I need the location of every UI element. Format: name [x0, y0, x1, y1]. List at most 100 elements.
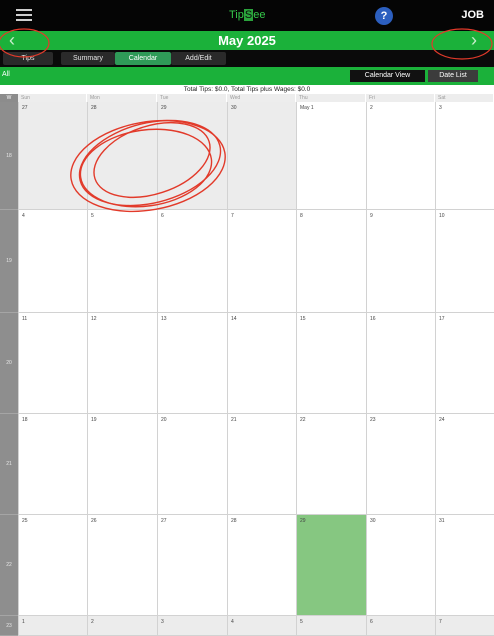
day-cell[interactable]: 4 — [227, 616, 296, 636]
day-number: 16 — [370, 316, 376, 322]
day-cell[interactable]: 3 — [435, 102, 494, 210]
day-number: 26 — [91, 518, 97, 524]
day-number: 12 — [91, 316, 97, 322]
view-toggle-bar: All Calendar View Date List — [0, 67, 494, 85]
day-cell[interactable]: 1 — [18, 616, 87, 636]
week-number: 23 — [0, 616, 18, 636]
day-cell[interactable]: 27 — [18, 102, 87, 210]
day-number: 27 — [22, 105, 28, 111]
day-cell[interactable]: 18 — [18, 414, 87, 515]
week-number: 18 — [0, 102, 18, 210]
logo-text-highlight: S — [243, 9, 254, 21]
day-cell[interactable]: 28 — [87, 102, 157, 210]
tab-bar: Tips Summary Calendar Add/Edit — [0, 50, 494, 67]
weekday-header: Sun — [18, 94, 87, 102]
totals-summary: Total Tips: $0.0, Total Tips plus Wages:… — [0, 85, 494, 94]
day-cell[interactable]: 3 — [157, 616, 227, 636]
day-cell[interactable]: 5 — [296, 616, 366, 636]
day-cell[interactable]: 2 — [87, 616, 157, 636]
help-icon[interactable]: ? — [375, 7, 393, 25]
day-number: 29 — [300, 518, 306, 524]
day-number: May 1 — [300, 105, 314, 111]
day-cell[interactable]: 24 — [435, 414, 494, 515]
day-number: 5 — [91, 213, 94, 219]
day-number: 3 — [161, 619, 164, 625]
day-cell[interactable]: 7 — [435, 616, 494, 636]
day-cell[interactable]: 7 — [227, 210, 296, 313]
day-cell[interactable]: 30 — [366, 515, 435, 616]
weekday-header: Mon — [87, 94, 157, 102]
day-number: 7 — [231, 213, 234, 219]
day-number: 3 — [439, 105, 442, 111]
day-cell[interactable]: 16 — [366, 313, 435, 414]
job-button[interactable]: JOB — [461, 9, 484, 21]
day-cell[interactable]: 10 — [435, 210, 494, 313]
day-cell[interactable]: 19 — [87, 414, 157, 515]
day-number: 27 — [161, 518, 167, 524]
day-cell[interactable]: 15 — [296, 313, 366, 414]
app-logo: TipSee — [229, 9, 265, 21]
day-cell[interactable]: 9 — [366, 210, 435, 313]
month-navigation-bar: ‹ May 2025 › — [0, 31, 494, 50]
day-number: 1 — [22, 619, 25, 625]
day-number: 18 — [22, 417, 28, 423]
day-cell[interactable]: 6 — [157, 210, 227, 313]
day-number: 8 — [300, 213, 303, 219]
weekday-header: Sat — [435, 94, 494, 102]
day-cell[interactable]: 2 — [366, 102, 435, 210]
logo-text-part1: Tip — [229, 9, 244, 21]
day-cell[interactable]: 28 — [227, 515, 296, 616]
day-cell[interactable]: May 1 — [296, 102, 366, 210]
day-cell[interactable]: 6 — [366, 616, 435, 636]
week-number: 22 — [0, 515, 18, 616]
day-number: 28 — [231, 518, 237, 524]
day-number: 23 — [370, 417, 376, 423]
day-cell[interactable]: 21 — [227, 414, 296, 515]
day-number: 21 — [231, 417, 237, 423]
day-cell[interactable]: 27 — [157, 515, 227, 616]
day-number: 31 — [439, 518, 445, 524]
tab-add-edit[interactable]: Add/Edit — [171, 52, 226, 65]
logo-text-part2: ee — [253, 9, 266, 21]
day-cell[interactable]: 14 — [227, 313, 296, 414]
day-cell[interactable]: 22 — [296, 414, 366, 515]
tab-tips[interactable]: Tips — [3, 52, 53, 65]
day-cell[interactable]: 26 — [87, 515, 157, 616]
day-number: 10 — [439, 213, 445, 219]
day-cell[interactable]: 31 — [435, 515, 494, 616]
day-number: 2 — [370, 105, 373, 111]
day-number: 4 — [231, 619, 234, 625]
day-cell[interactable]: 5 — [87, 210, 157, 313]
day-number: 15 — [300, 316, 306, 322]
day-number: 2 — [91, 619, 94, 625]
calendar-view-button[interactable]: Calendar View — [350, 70, 425, 82]
day-number: 28 — [91, 105, 97, 111]
day-number: 30 — [370, 518, 376, 524]
day-cell[interactable]: 29 — [157, 102, 227, 210]
day-number: 9 — [370, 213, 373, 219]
day-cell-today[interactable]: 29 — [296, 515, 366, 616]
day-cell[interactable]: 4 — [18, 210, 87, 313]
all-jobs-label[interactable]: All — [2, 71, 10, 78]
day-cell[interactable]: 20 — [157, 414, 227, 515]
week-number-header: W — [0, 94, 18, 102]
day-cell[interactable]: 11 — [18, 313, 87, 414]
day-cell[interactable]: 17 — [435, 313, 494, 414]
day-cell[interactable]: 8 — [296, 210, 366, 313]
day-cell[interactable]: 13 — [157, 313, 227, 414]
date-list-button[interactable]: Date List — [428, 70, 478, 82]
day-number: 4 — [22, 213, 25, 219]
week-number: 19 — [0, 210, 18, 313]
day-cell[interactable]: 12 — [87, 313, 157, 414]
day-number: 5 — [300, 619, 303, 625]
top-app-bar: TipSee ? JOB — [0, 0, 494, 31]
day-cell[interactable]: 23 — [366, 414, 435, 515]
tab-summary[interactable]: Summary — [61, 52, 115, 65]
hamburger-menu-icon[interactable] — [16, 9, 32, 21]
day-cell[interactable]: 30 — [227, 102, 296, 210]
week-number: 20 — [0, 313, 18, 414]
next-month-button[interactable]: › — [464, 31, 484, 50]
weekday-header: Fri — [366, 94, 435, 102]
tab-calendar[interactable]: Calendar — [115, 52, 171, 65]
day-cell[interactable]: 25 — [18, 515, 87, 616]
